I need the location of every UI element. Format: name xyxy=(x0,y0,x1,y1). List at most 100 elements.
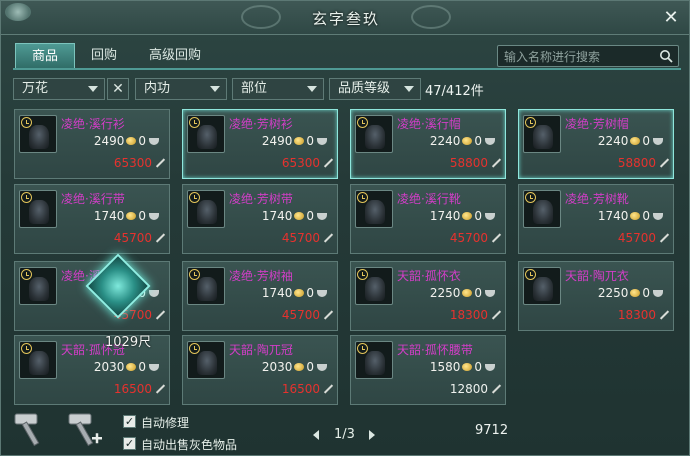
school-dropdown-value: 万花 xyxy=(22,81,49,96)
item-sell-price: 45700 xyxy=(282,231,333,245)
item-slot xyxy=(19,341,57,379)
clock-icon xyxy=(357,343,368,354)
chevron-down-icon xyxy=(404,86,414,92)
silver-bowl-icon xyxy=(653,212,663,220)
item-price: 2030 0 xyxy=(94,360,159,374)
item-slot xyxy=(187,190,225,228)
equipment-icon xyxy=(533,200,553,224)
item-card[interactable]: 凌绝·溪行衫 2490 0 65300 xyxy=(14,109,170,179)
sell-amount: 45700 xyxy=(449,231,488,245)
close-icon[interactable]: ✕ xyxy=(661,8,681,28)
school-dropdown[interactable]: 万花 xyxy=(13,78,105,100)
quill-icon xyxy=(489,233,501,243)
chevron-down-icon xyxy=(88,86,98,92)
item-card[interactable]: 凌绝·芳树靴 1740 0 45700 xyxy=(518,184,674,254)
auto-repair-label: 自动修理 xyxy=(141,416,190,430)
gold-coin-icon xyxy=(462,363,473,371)
item-card[interactable]: 凌绝·溪17045700 xyxy=(14,261,170,331)
item-card[interactable]: 天韶·陶兀冠 2030 0 16500 xyxy=(182,335,338,405)
distance-label: 1029尺 xyxy=(105,335,152,350)
item-card[interactable]: 凌绝·芳树带 1740 0 45700 xyxy=(182,184,338,254)
tab-goods[interactable]: 商品 xyxy=(15,43,76,69)
clear-filter-button[interactable]: ✕ xyxy=(107,78,129,100)
sell-amount: 12800 xyxy=(449,382,488,396)
search-input[interactable] xyxy=(504,48,654,65)
price-amount: 1740 xyxy=(93,209,125,223)
tab-bar: 商品 回购 高级回购 xyxy=(15,43,217,69)
tab-buyback[interactable]: 回购 xyxy=(75,43,133,69)
price-amount: 1740 xyxy=(261,209,293,223)
item-slot xyxy=(523,190,561,228)
item-slot xyxy=(19,267,57,305)
repair-all-hammer-icon[interactable] xyxy=(65,409,105,449)
silver-bowl-icon xyxy=(317,212,327,220)
shop-window: 玄字叁玖 ✕ 商品 回购 高级回购 万花 ✕ 内功 部位 品质等级 47/412… xyxy=(0,0,690,456)
equipment-icon xyxy=(197,125,217,149)
attribute-dropdown[interactable]: 内功 xyxy=(135,78,227,100)
sell-amount: 58800 xyxy=(449,156,488,170)
silver-bowl-icon xyxy=(485,363,495,371)
clock-icon xyxy=(357,269,368,280)
quill-icon xyxy=(153,310,165,320)
auto-sell-gray-checkbox[interactable]: ✓ xyxy=(123,437,136,450)
sell-amount: 45700 xyxy=(281,231,320,245)
sell-amount: 45700 xyxy=(281,308,320,322)
gold-coin-icon xyxy=(630,289,641,297)
slot-dropdown[interactable]: 部位 xyxy=(232,78,324,100)
item-card[interactable]: 凌绝·溪行帽 2240 0 58800 xyxy=(350,109,506,179)
item-sell-price: 65300 xyxy=(114,156,165,170)
quill-icon xyxy=(321,310,333,320)
item-price: 2490 0 xyxy=(262,134,327,148)
item-price: 1740 0 xyxy=(262,286,327,300)
item-price: 1740 0 xyxy=(430,209,495,223)
gold-coin-icon xyxy=(462,212,473,220)
next-page-icon[interactable] xyxy=(369,430,375,440)
item-card[interactable]: 凌绝·溪行靴 1740 0 45700 xyxy=(350,184,506,254)
gold-coin-icon xyxy=(294,289,305,297)
gold-coin-icon xyxy=(630,137,641,145)
item-slot xyxy=(355,267,393,305)
silver-bowl-icon xyxy=(149,212,159,220)
silver-bowl-icon xyxy=(485,289,495,297)
gold-coin-icon xyxy=(462,289,473,297)
item-card[interactable]: 天韶·孤怀衣 2250 0 18300 xyxy=(350,261,506,331)
item-sell-price: 45700 xyxy=(114,231,165,245)
gold-coin-icon xyxy=(294,137,305,145)
item-slot xyxy=(355,341,393,379)
quality-dropdown[interactable]: 品质等级 xyxy=(329,78,421,100)
price-amount: 2030 xyxy=(261,360,293,374)
tab-advanced-buyback[interactable]: 高级回购 xyxy=(133,43,217,69)
item-card[interactable]: 凌绝·芳树帽 2240 0 58800 xyxy=(518,109,674,179)
item-slot xyxy=(187,267,225,305)
item-card[interactable]: 天韶·陶兀衣 2250 0 18300 xyxy=(518,261,674,331)
item-name: 凌绝·溪行靴 xyxy=(397,192,461,206)
prev-page-icon[interactable] xyxy=(313,430,319,440)
equipment-icon xyxy=(29,351,49,375)
auto-repair-checkbox[interactable]: ✓ xyxy=(123,415,136,428)
search-icon[interactable] xyxy=(659,49,673,63)
search-box xyxy=(497,45,679,67)
clock-icon xyxy=(21,269,32,280)
item-slot xyxy=(355,190,393,228)
coin-amount: 0 xyxy=(138,134,146,148)
item-card[interactable]: 凌绝·芳树衫 2490 0 65300 xyxy=(182,109,338,179)
price-amount: 1580 xyxy=(429,360,461,374)
price-amount: 2030 xyxy=(93,360,125,374)
tab-divider xyxy=(13,68,681,70)
item-card[interactable]: 凌绝·芳树袖 1740 0 45700 xyxy=(182,261,338,331)
clock-icon xyxy=(189,269,200,280)
item-name: 凌绝·芳树帽 xyxy=(565,117,629,131)
title-bar: 玄字叁玖 ✕ xyxy=(1,1,689,35)
quill-icon xyxy=(657,158,669,168)
price-amount: 2490 xyxy=(93,134,125,148)
clock-icon xyxy=(357,192,368,203)
item-card[interactable]: 天韶·孤怀腰带 1580 0 12800 xyxy=(350,335,506,405)
item-slot xyxy=(19,190,57,228)
gold-coin-icon xyxy=(126,137,137,145)
item-sell-price: 18300 xyxy=(450,308,501,322)
item-card[interactable]: 凌绝·溪行带 1740 0 45700 xyxy=(14,184,170,254)
coin-amount: 0 xyxy=(138,360,146,374)
gold-coin-icon xyxy=(294,212,305,220)
quill-icon xyxy=(153,158,165,168)
repair-hammer-icon[interactable] xyxy=(11,409,51,449)
